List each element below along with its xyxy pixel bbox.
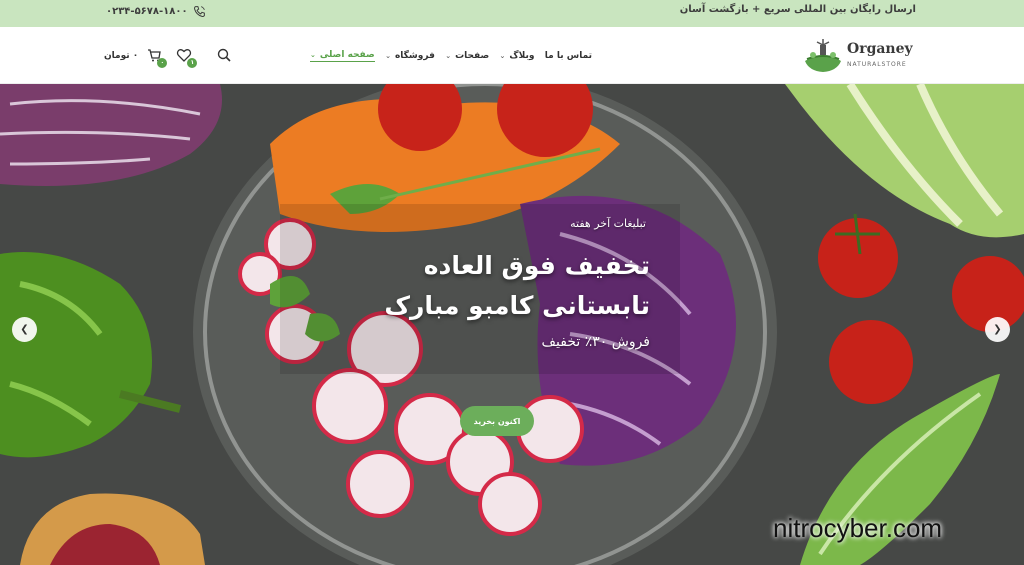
header-actions: ۰ تومان ۰ ۱ (104, 27, 246, 84)
watermark-text: nitrocyber.com (773, 513, 943, 543)
chevron-down-icon: ⌄ (310, 50, 316, 59)
nav-item-home[interactable]: صفحه اصلی ⌄ (310, 50, 375, 62)
slider-prev-button[interactable]: ❮ (12, 317, 37, 342)
chevron-down-icon: ⌄ (499, 51, 506, 60)
search-icon (218, 48, 231, 62)
cart-button[interactable]: ۰ (146, 47, 168, 68)
cart-total[interactable]: ۰ تومان (104, 51, 138, 61)
shipping-promo: ارسال رایگان بین المللی سریع + بازگشت آس… (679, 4, 916, 15)
hero-slider: تبلیغات آخر هفته تخفیف فوق العاده تابستا… (0, 84, 1024, 565)
slider-next-button[interactable]: ❯ (985, 317, 1010, 342)
nav-label: صفحه اصلی (319, 49, 375, 60)
hero-title-line1: تخفیف فوق العاده (423, 251, 650, 280)
chevron-right-icon: ❯ (993, 324, 1002, 335)
wishlist-button[interactable]: ۱ (176, 47, 198, 68)
main-nav: صفحه اصلی ⌄ فروشگاه ⌄ صفحات ⌄ وبلاگ ⌄ تم… (310, 27, 592, 84)
chevron-down-icon: ⌄ (385, 51, 391, 60)
nav-label: صفحات (455, 50, 490, 61)
cart-count-badge: ۰ (157, 57, 168, 68)
hero-text: تبلیغات آخر هفته تخفیف فوق العاده تابستا… (300, 217, 650, 350)
nav-label: وبلاگ (509, 50, 535, 61)
nav-item-shop[interactable]: فروشگاه ⌄ (385, 51, 435, 61)
phone-contact[interactable]: ۰۲۳۴-۵۶۷۸-۱۸۰۰ (106, 5, 206, 18)
chevron-down-icon: ⌄ (445, 51, 452, 60)
phone-number: ۰۲۳۴-۵۶۷۸-۱۸۰۰ (106, 6, 188, 17)
hero-subtitle: تبلیغات آخر هفته (570, 217, 646, 230)
nav-label: فروشگاه (394, 50, 435, 61)
logo[interactable]: Organey NATURALSTORE (803, 39, 918, 73)
logo-mark-icon (805, 39, 841, 72)
hero-title-line2: تابستانی کامبو مبارک (384, 291, 650, 320)
wishlist-count-badge: ۱ (187, 57, 198, 68)
chevron-left-icon: ❮ (20, 324, 29, 335)
shop-now-button[interactable]: اکنون بخرید (460, 406, 534, 436)
nav-label: تماس با ما (544, 50, 592, 61)
top-bar: ارسال رایگان بین المللی سریع + بازگشت آس… (0, 0, 1024, 27)
nav-item-pages[interactable]: صفحات ⌄ (445, 51, 489, 61)
nav-item-contact[interactable]: تماس با ما (545, 51, 592, 61)
logo-tagline: NATURALSTORE (847, 61, 907, 68)
logo-name: Organey (847, 41, 913, 57)
main-header: Organey NATURALSTORE صفحه اصلی ⌄ فروشگاه… (0, 27, 1024, 84)
phone-icon (193, 6, 205, 17)
nav-item-blog[interactable]: وبلاگ ⌄ (500, 51, 535, 61)
hero-offer: فروش ۳۰٪ تخفیف (541, 334, 650, 350)
search-button[interactable] (216, 47, 234, 65)
